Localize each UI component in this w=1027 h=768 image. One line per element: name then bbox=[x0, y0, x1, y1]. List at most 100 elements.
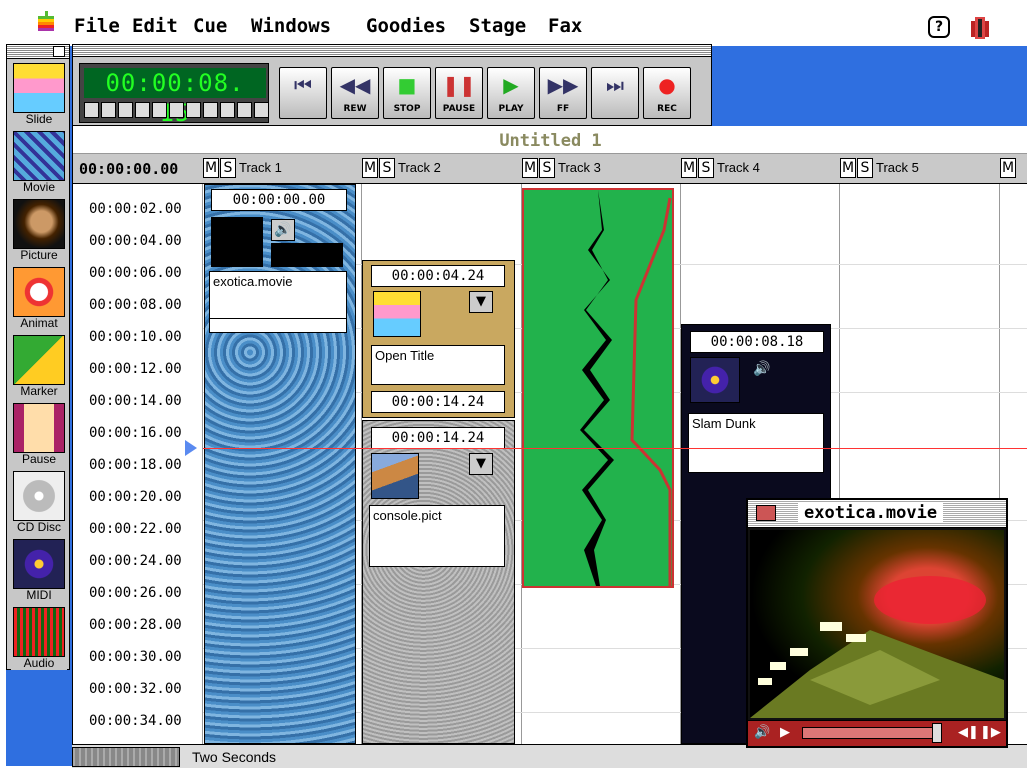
step-forward-icon[interactable]: ❚▶ bbox=[980, 725, 1001, 740]
track-1-mute[interactable]: M bbox=[203, 158, 219, 178]
time-label: 00:00:30.00 bbox=[89, 649, 182, 665]
pause-icon: ❚❚ bbox=[442, 73, 476, 97]
tool-slide[interactable]: Slide bbox=[11, 63, 67, 126]
tool-marker[interactable]: Marker bbox=[11, 335, 67, 398]
play-icon[interactable]: ▶ bbox=[780, 725, 790, 740]
play-button[interactable]: ▶ PLAY bbox=[487, 67, 535, 119]
record-button[interactable]: ● REC bbox=[643, 67, 691, 119]
tool-animation-label: Animat bbox=[11, 317, 67, 330]
movie-cue-start-time[interactable]: 00:00:00.00 bbox=[211, 189, 347, 211]
time-label: 00:00:06.00 bbox=[89, 265, 182, 281]
movie-window-close-box[interactable] bbox=[756, 505, 776, 521]
track-2-header: M S Track 2 bbox=[362, 158, 441, 180]
pict-cue-name[interactable]: console.pict bbox=[369, 505, 505, 567]
movie-controller: 🔊 ▶ ◀❚ ❚▶ bbox=[748, 720, 1006, 746]
tool-pause-label: Pause bbox=[11, 453, 67, 466]
pause-button[interactable]: ❚❚ PAUSE bbox=[435, 67, 483, 119]
chevron-down-icon[interactable]: ▼ bbox=[469, 291, 493, 313]
transport-title-bar[interactable] bbox=[73, 45, 711, 57]
track-3-mute[interactable]: M bbox=[522, 158, 538, 178]
title-cue-block[interactable]: 00:00:04.24 ▼ Open Title 00:00:14.24 bbox=[362, 260, 515, 418]
track-4-name: Track 4 bbox=[717, 160, 760, 175]
timecode-digit-buttons[interactable] bbox=[84, 102, 269, 118]
time-label: 00:00:18.00 bbox=[89, 457, 182, 473]
track-5-name: Track 5 bbox=[876, 160, 919, 175]
menu-file[interactable]: File bbox=[74, 15, 120, 37]
tool-midi[interactable]: MIDI bbox=[11, 539, 67, 602]
menu-windows[interactable]: Windows bbox=[251, 15, 331, 37]
audio-cue-block[interactable] bbox=[522, 188, 674, 588]
title-cue-end-time[interactable]: 00:00:14.24 bbox=[371, 391, 505, 413]
track-3-header: M S Track 3 bbox=[522, 158, 601, 180]
skip-to-end-button[interactable]: ⏭ bbox=[591, 67, 639, 119]
pict-cue-start-time[interactable]: 00:00:14.24 bbox=[371, 427, 505, 449]
zoom-label[interactable]: Two Seconds bbox=[192, 749, 276, 765]
menu-goodies[interactable]: Goodies bbox=[366, 15, 446, 37]
track-5-mute[interactable]: M bbox=[840, 158, 856, 178]
midi-cue-start-time[interactable]: 00:00:08.18 bbox=[690, 331, 824, 353]
track-4-solo[interactable]: S bbox=[698, 158, 714, 178]
time-label: 00:00:34.00 bbox=[89, 713, 182, 729]
track-6-mute[interactable]: M bbox=[1000, 158, 1016, 178]
movie-cue-block[interactable]: 00:00:00.00 🔊 exotica.movie bbox=[204, 184, 356, 744]
movie-progress-bar[interactable] bbox=[802, 727, 942, 739]
menu-edit[interactable]: Edit bbox=[132, 15, 178, 37]
speaker-icon[interactable]: 🔊 bbox=[271, 219, 295, 241]
track-5-solo[interactable]: S bbox=[857, 158, 873, 178]
track-2-mute[interactable]: M bbox=[362, 158, 378, 178]
movie-cue-thumbnail bbox=[211, 217, 263, 267]
hourglass-icon bbox=[13, 403, 65, 453]
tool-slide-label: Slide bbox=[11, 113, 67, 126]
tool-cd-disc[interactable]: CD Disc bbox=[11, 471, 67, 534]
time-label: 00:00:10.00 bbox=[89, 329, 182, 345]
apple-menu-icon[interactable] bbox=[36, 10, 56, 34]
menu-cue[interactable]: Cue bbox=[193, 15, 227, 37]
playhead-marker[interactable] bbox=[185, 440, 197, 456]
track-4-mute[interactable]: M bbox=[681, 158, 697, 178]
title-cue-name[interactable]: Open Title bbox=[371, 345, 505, 385]
palette-close-box[interactable] bbox=[53, 46, 65, 57]
track-3-solo[interactable]: S bbox=[539, 158, 555, 178]
track-5-header: M S Track 5 bbox=[840, 158, 919, 180]
stop-button[interactable]: ■ STOP bbox=[383, 67, 431, 119]
pict-cue-block[interactable]: 00:00:14.24 ▼ console.pict bbox=[362, 420, 515, 744]
track-2-solo[interactable]: S bbox=[379, 158, 395, 178]
volume-icon[interactable]: 🔊 bbox=[754, 725, 770, 740]
midi-cue-name[interactable]: Slam Dunk bbox=[688, 413, 824, 473]
movie-cue-name[interactable]: exotica.movie bbox=[209, 271, 347, 319]
chevron-down-icon[interactable]: ▼ bbox=[469, 453, 493, 475]
menu-stage[interactable]: Stage bbox=[469, 15, 526, 37]
menu-fax[interactable]: Fax bbox=[548, 15, 582, 37]
palette-title-bar[interactable] bbox=[7, 45, 69, 59]
step-back-icon[interactable]: ◀❚ bbox=[958, 725, 979, 740]
playhead-line bbox=[203, 448, 1027, 449]
movie-window-title-bar[interactable]: exotica.movie bbox=[748, 500, 1006, 528]
time-label: 00:00:22.00 bbox=[89, 521, 182, 537]
tool-picture[interactable]: Picture bbox=[11, 199, 67, 262]
application-menu-icon[interactable] bbox=[967, 15, 993, 41]
speaker-icon[interactable]: 🔊 bbox=[750, 359, 774, 381]
tool-animation[interactable]: Animat bbox=[11, 267, 67, 330]
transport-panel: 00:00:08. 15 ⏮ ◀◀ REW ■ STOP ❚❚ PAUSE ▶ … bbox=[72, 44, 712, 127]
help-icon[interactable]: ? bbox=[928, 16, 950, 38]
timecode-readout: 00:00:08. 15 bbox=[84, 68, 266, 127]
rewind-button[interactable]: ◀◀ REW bbox=[331, 67, 379, 119]
track-3-name: Track 3 bbox=[558, 160, 601, 175]
tool-pause[interactable]: Pause bbox=[11, 403, 67, 466]
zoom-slider[interactable] bbox=[72, 747, 180, 767]
progress-thumb[interactable] bbox=[932, 723, 942, 743]
track-1-solo[interactable]: S bbox=[220, 158, 236, 178]
tool-movie[interactable]: Movie bbox=[11, 131, 67, 194]
fast-forward-button[interactable]: ▶▶ FF bbox=[539, 67, 587, 119]
tool-palette: Slide Movie Picture Animat Marker Pause … bbox=[6, 44, 70, 670]
play-icon: ▶ bbox=[503, 73, 519, 97]
tool-audio-label: Audio bbox=[11, 657, 67, 670]
animation-icon bbox=[13, 267, 65, 317]
tool-audio[interactable]: Audio bbox=[11, 607, 67, 670]
tool-cd-disc-label: CD Disc bbox=[11, 521, 67, 534]
skip-to-start-button[interactable]: ⏮ bbox=[279, 67, 327, 119]
sequence-title[interactable]: Untitled 1 bbox=[73, 126, 1027, 154]
cd-icon bbox=[13, 471, 65, 521]
time-label: 00:00:12.00 bbox=[89, 361, 182, 377]
title-cue-start-time[interactable]: 00:00:04.24 bbox=[371, 265, 505, 287]
